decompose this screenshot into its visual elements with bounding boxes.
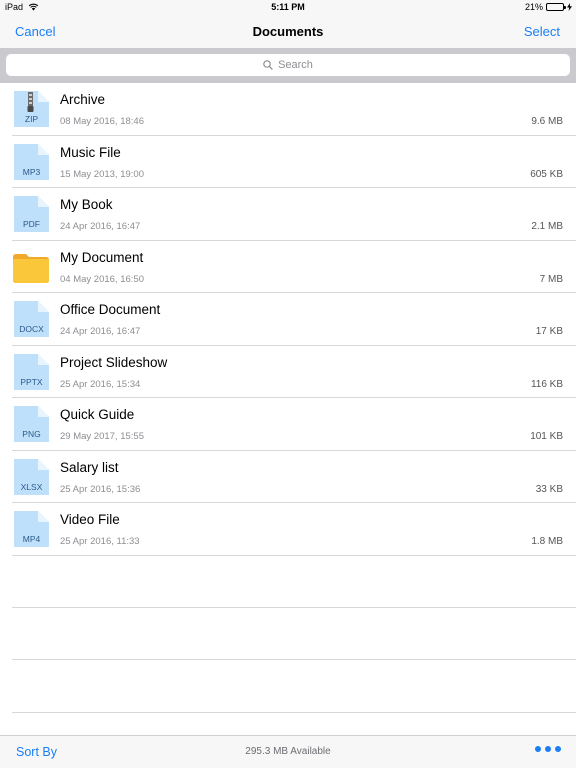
file-type-label: ZIP	[24, 114, 39, 124]
file-size: 101 KB	[530, 431, 563, 442]
more-dot-icon	[545, 746, 551, 752]
file-date: 24 Apr 2016, 16:47	[60, 221, 141, 232]
file-size: 605 KB	[530, 168, 563, 180]
file-date: 08 May 2016, 18:46	[60, 116, 144, 127]
png-file-icon: PNG	[12, 405, 50, 443]
folder-icon	[12, 248, 50, 286]
file-size: 17 KB	[535, 326, 563, 337]
file-row[interactable]: PPTX Project Slideshow 25 Apr 2016, 15:34 1…	[0, 346, 576, 399]
search-input[interactable]: Search	[6, 54, 570, 76]
file-name: Video File	[60, 512, 120, 527]
file-type-label: MP3	[22, 166, 41, 177]
file-type-label: DOCX	[19, 324, 44, 334]
file-size: 2.1 MB	[531, 221, 563, 232]
file-type-label: PPTX	[20, 376, 43, 387]
navigation-bar: Cancel Documents Select	[0, 16, 576, 48]
file-row[interactable]: PNG Quick Guide 29 May 2017, 15:55 101 KB	[0, 398, 576, 451]
file-name: Archive	[60, 92, 106, 107]
mp3-file-icon: MP3	[12, 143, 50, 181]
battery-icon	[546, 3, 566, 11]
status-time: 5:11 PM	[271, 2, 305, 12]
file-name: Quick Guide	[60, 407, 135, 422]
file-type-label: XLSX	[20, 481, 43, 492]
file-size: 116 KB	[530, 378, 563, 390]
battery-percent: 21%	[524, 2, 543, 12]
divider	[12, 712, 576, 713]
file-row[interactable]: XLSX Salary list 25 Apr 2016, 15:36 33 KB	[0, 451, 576, 504]
file-type-label: PNG	[22, 429, 41, 439]
more-button[interactable]	[535, 746, 561, 752]
file-name: My Document	[60, 249, 144, 265]
xlsx-file-icon: XLSX	[12, 458, 50, 496]
file-name: Office Document	[60, 302, 161, 317]
file-date: 15 May 2013, 19:00	[60, 168, 144, 180]
file-row[interactable]: MP3 Music File 15 May 2013, 19:00 605 KB	[0, 136, 576, 189]
select-button[interactable]: Select	[524, 24, 560, 39]
file-list: ZIP Archive 08 May 2016, 18:46 9.6 MB MP3 Mus…	[0, 83, 576, 556]
page-title: Documents	[252, 24, 324, 39]
pdf-file-icon: PDF	[12, 195, 50, 233]
sort-by-button[interactable]: Sort By	[16, 745, 57, 759]
zip-file-icon: ZIP	[12, 90, 50, 128]
file-row[interactable]: DOCX Office Document 24 Apr 2016, 16:47 17 …	[0, 293, 576, 346]
file-row[interactable]: My Document 04 May 2016, 16:50 7 MB	[0, 241, 576, 294]
file-row[interactable]: PDF My Book 24 Apr 2016, 16:47 2.1 MB	[0, 188, 576, 241]
file-name: Music File	[60, 144, 121, 160]
file-row[interactable]: MP4 Video File 25 Apr 2016, 11:33 1.8 MB	[0, 503, 576, 556]
bottom-toolbar: Sort By 295.3 MB Available	[0, 735, 576, 768]
file-size: 1.8 MB	[531, 536, 563, 547]
file-size: 9.6 MB	[531, 116, 563, 127]
docx-file-icon: DOCX	[12, 300, 50, 338]
file-type-label: PDF	[23, 219, 40, 229]
file-type-label: MP4	[22, 534, 41, 544]
file-date: 04 May 2016, 16:50	[60, 273, 144, 285]
search-placeholder: Search	[278, 59, 313, 71]
file-name: Salary list	[60, 459, 119, 475]
cancel-button[interactable]: Cancel	[15, 24, 55, 39]
file-name: Project Slideshow	[60, 354, 168, 370]
more-dot-icon	[555, 746, 561, 752]
file-date: 25 Apr 2016, 11:33	[60, 536, 140, 547]
file-size: 7 MB	[539, 273, 563, 285]
mp4-file-icon: MP4	[12, 510, 50, 548]
storage-available: 295.3 MB Available	[245, 746, 331, 757]
file-size: 33 KB	[535, 483, 563, 495]
file-name: My Book	[60, 197, 113, 212]
status-bar: iPad 5:11 PM 21%	[0, 0, 576, 16]
charging-icon	[567, 3, 572, 11]
file-date: 25 Apr 2016, 15:34	[60, 378, 141, 390]
file-date: 29 May 2017, 15:55	[60, 431, 144, 442]
file-row[interactable]: ZIP Archive 08 May 2016, 18:46 9.6 MB	[0, 83, 576, 136]
divider	[12, 607, 576, 608]
more-dot-icon	[535, 746, 541, 752]
search-bar: Search	[0, 48, 576, 83]
file-date: 24 Apr 2016, 16:47	[60, 326, 141, 337]
divider	[12, 659, 576, 660]
pptx-file-icon: PPTX	[12, 353, 50, 391]
file-date: 25 Apr 2016, 15:36	[60, 483, 141, 495]
search-icon	[263, 60, 273, 70]
